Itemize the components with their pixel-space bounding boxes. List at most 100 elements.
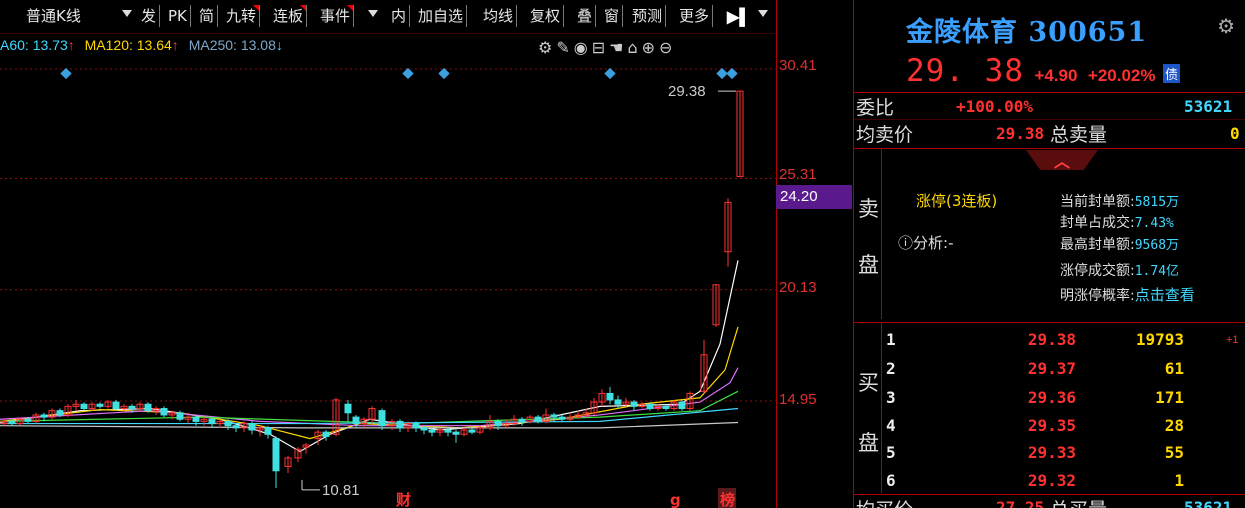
candle-body bbox=[428, 429, 436, 433]
chevron-down-icon[interactable] bbox=[122, 10, 132, 17]
event-tag: g bbox=[670, 491, 681, 508]
kline-chart[interactable]: 29.38 10.81 财 g 榜 bbox=[0, 34, 776, 508]
candle-body bbox=[518, 418, 526, 422]
divider bbox=[854, 92, 1245, 93]
buy-side-label: 买 盘 bbox=[854, 323, 882, 493]
view-link: 点击查看 bbox=[1134, 286, 1195, 304]
gear-icon[interactable]: ⚙ bbox=[1217, 14, 1235, 39]
candle-body bbox=[494, 420, 502, 427]
toolbar-btn-fa[interactable]: 发 bbox=[138, 5, 161, 27]
axis-tick-label: 25.31 bbox=[779, 166, 817, 183]
toolbar-btn-ma[interactable]: 均线 bbox=[480, 5, 518, 27]
axis-tick-label: 14.95 bbox=[779, 391, 817, 408]
total-sell-value: 0 bbox=[1230, 124, 1240, 143]
divider bbox=[854, 148, 1245, 149]
candle-body bbox=[248, 423, 256, 431]
candle-body bbox=[344, 403, 352, 414]
stat-seal-ratio: 封单占成交:7.43% bbox=[1060, 215, 1174, 231]
toolbar-btn-nine-turn[interactable]: 九转 bbox=[223, 5, 261, 27]
quote-panel: 金陵体育 300651 ⚙ 29. 38 +4.90 +20.02% 债 委比 … bbox=[854, 0, 1245, 508]
stat-seal-amount: 当前封单额:5815万 bbox=[1060, 194, 1180, 210]
panel-collapse-icon[interactable]: ▶▌ bbox=[727, 7, 751, 27]
order-ratio-value: +100.00% bbox=[956, 97, 1034, 116]
limit-up-title: 涨停(3连板) bbox=[916, 192, 998, 210]
axis-tick-label: 20.13 bbox=[779, 279, 817, 296]
last-price: 29. 38 bbox=[906, 53, 1024, 89]
candle-body bbox=[192, 416, 200, 422]
avg-sell-value: 29.38 bbox=[996, 124, 1045, 143]
event-tag: 榜 bbox=[720, 491, 735, 508]
toolbar-btn-pk[interactable]: PK bbox=[165, 5, 191, 27]
candle-body bbox=[208, 418, 216, 425]
candle-body bbox=[606, 392, 614, 401]
stat-limit-turnover: 涨停成交额:1.74亿 bbox=[1060, 263, 1180, 279]
current-price-marker: 24.20 bbox=[776, 185, 852, 209]
info-icon: ⓘ bbox=[898, 234, 914, 252]
chevron-down-icon[interactable] bbox=[758, 10, 768, 17]
toolbar-btn-inner[interactable]: 内 bbox=[388, 5, 411, 27]
stat-next-limit-prob[interactable]: 明涨停概率:点击查看 bbox=[1060, 284, 1195, 305]
candle-body bbox=[160, 408, 168, 416]
stock-name-code: 金陵体育 300651 bbox=[906, 17, 1148, 48]
candle-body bbox=[534, 416, 542, 422]
bond-badge[interactable]: 债 bbox=[1162, 64, 1180, 83]
candle-body bbox=[224, 420, 232, 427]
candle-body bbox=[264, 427, 272, 435]
candle-body bbox=[144, 403, 152, 412]
toolbar-btn-limit-boards[interactable]: 连板 bbox=[270, 5, 308, 27]
toolbar-btn-window[interactable]: 窗 bbox=[601, 5, 624, 27]
avg-buy-value: 27.25 bbox=[996, 498, 1045, 508]
candle-body bbox=[378, 410, 386, 427]
axis-tick-label: 30.41 bbox=[779, 57, 817, 74]
candle-body bbox=[420, 427, 428, 431]
price-line: 29. 38 +4.90 +20.02% 债 bbox=[906, 53, 1180, 89]
toolbar-btn-forecast[interactable]: 预测 bbox=[629, 5, 667, 27]
toolbar-btn-simple[interactable]: 简 bbox=[196, 5, 219, 27]
event-tag: 财 bbox=[396, 491, 411, 508]
event-diamond-icon bbox=[604, 67, 616, 80]
order-ratio-diff: 53621 bbox=[1184, 97, 1233, 116]
high-marker-label: 29.38 bbox=[668, 83, 706, 100]
total-sell-label: 总卖量 bbox=[1050, 124, 1108, 146]
candle-body bbox=[322, 431, 330, 437]
stat-max-seal: 最高封单额:9568万 bbox=[1060, 237, 1180, 253]
candle-body bbox=[272, 438, 280, 472]
sell-side-label: 卖 盘 bbox=[854, 149, 882, 319]
low-marker-label: 10.81 bbox=[322, 482, 360, 499]
candle-body bbox=[646, 403, 654, 410]
candle-body bbox=[96, 403, 104, 407]
divider bbox=[854, 322, 1245, 323]
toolbar-btn-add-watchlist[interactable]: 加自选 bbox=[415, 5, 468, 27]
candle-body bbox=[468, 429, 476, 433]
chart-toolbar: 普通K线 发 PK 简 九转 连板 事件 内 加自选 均线 复权 叠 窗 预测 … bbox=[0, 0, 776, 34]
candle-body bbox=[558, 416, 566, 420]
candle-body bbox=[56, 410, 64, 416]
event-diamond-icon bbox=[60, 67, 72, 80]
kline-type-label: 普通K线 bbox=[26, 7, 81, 25]
limit-up-analysis[interactable]: ⓘ分析:- bbox=[898, 232, 953, 253]
candle-body bbox=[80, 403, 88, 410]
candle-body bbox=[128, 405, 136, 410]
candle-body bbox=[396, 420, 404, 429]
event-diamond-icon bbox=[438, 67, 450, 80]
toolbar-btn-overlay[interactable]: 叠 bbox=[574, 5, 597, 27]
candle-body bbox=[630, 401, 638, 407]
expand-toggle[interactable]: ︿ bbox=[1026, 150, 1098, 170]
candle-body bbox=[444, 429, 452, 433]
candle-body bbox=[452, 431, 460, 435]
candle-body bbox=[412, 423, 420, 429]
toolbar-btn-adjust[interactable]: 复权 bbox=[527, 5, 565, 27]
toolbar-btn-events[interactable]: 事件 bbox=[317, 5, 355, 27]
total-buy-value: 53621 bbox=[1184, 498, 1233, 508]
candle-body bbox=[352, 416, 360, 425]
chevron-down-icon[interactable] bbox=[368, 10, 378, 17]
candle-body bbox=[40, 414, 48, 418]
ma10-line bbox=[0, 326, 739, 440]
candle-body bbox=[176, 412, 184, 420]
order-ratio-label: 委比 bbox=[856, 97, 895, 119]
event-diamond-icon bbox=[716, 67, 728, 80]
toolbar-btn-more[interactable]: 更多 bbox=[676, 5, 714, 27]
candle-body bbox=[678, 401, 686, 410]
kline-type-select[interactable]: 普通K线 bbox=[0, 5, 116, 27]
chevron-up-icon: ︿ bbox=[1054, 154, 1071, 171]
